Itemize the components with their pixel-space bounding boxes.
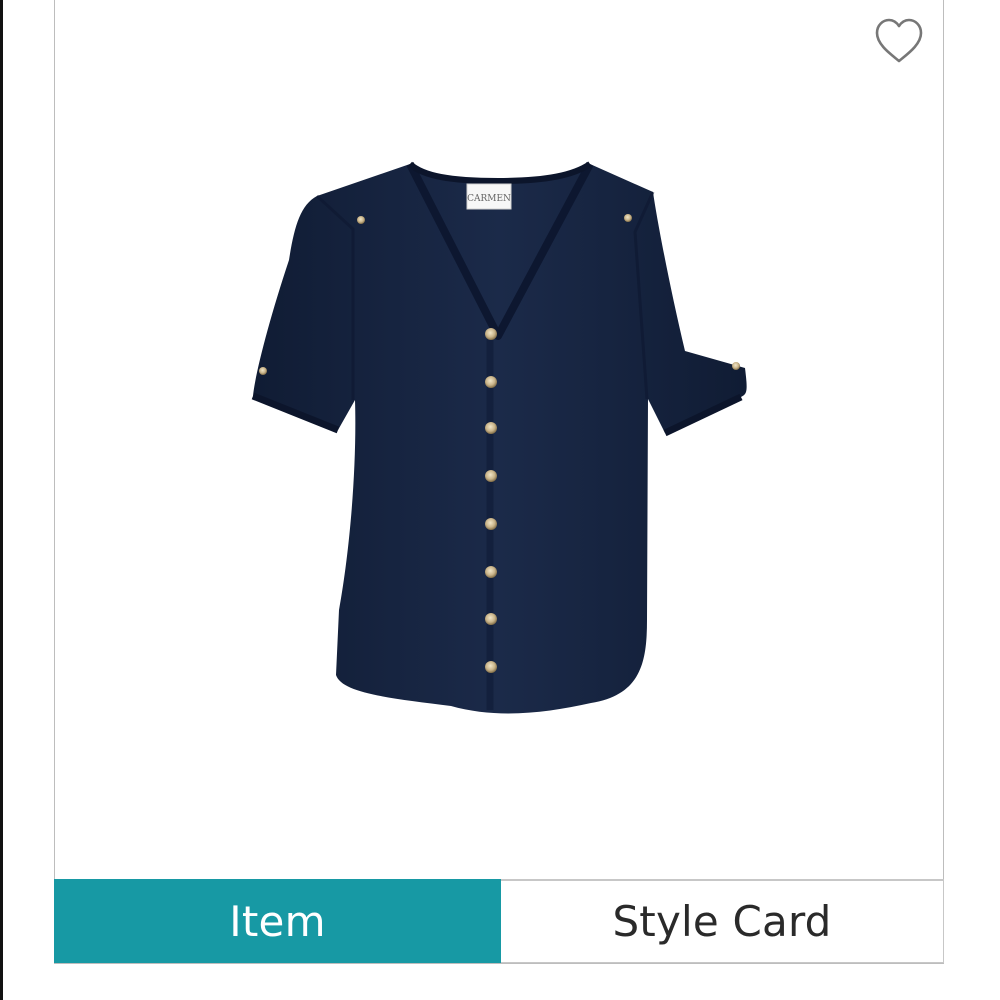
- garment-brand-label: CARMEN: [467, 194, 511, 204]
- product-photo: CARMEN: [245, 150, 755, 725]
- favorite-button[interactable]: [872, 16, 926, 66]
- tab-item[interactable]: Item: [54, 879, 501, 963]
- tab-style-card-label: Style Card: [612, 897, 832, 946]
- tab-style-card[interactable]: Style Card: [501, 879, 944, 963]
- product-viewer: CARMEN Item Style Card: [0, 0, 1000, 1000]
- left-edge-divider: [0, 0, 3, 1000]
- heart-outline-icon: [875, 18, 923, 63]
- view-tabs: Item Style Card: [54, 879, 944, 963]
- tab-item-label: Item: [229, 896, 326, 946]
- garment-body: [253, 164, 747, 714]
- navy-button-front-top-image: CARMEN: [251, 161, 747, 714]
